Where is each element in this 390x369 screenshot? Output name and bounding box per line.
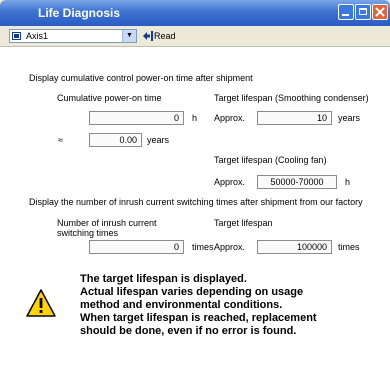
inrush-count-unit: times [192,242,214,252]
fan-unit: h [345,177,351,187]
life-diagnosis-window: Life Diagnosis Axis1 ▼ Read Display cumu… [0,0,390,369]
message-line: Actual lifespan varies depending on usag… [80,286,304,298]
approx-symbol: ≈ [58,135,63,145]
years-unit: years [147,135,170,145]
axis-select[interactable]: Axis1 ▼ [9,29,137,43]
inrush-heading: Display the number of inrush current swi… [29,197,363,207]
maximize-button[interactable] [355,4,371,20]
maximize-icon [359,8,367,15]
inrush-target-label: Target lifespan [214,218,273,228]
message-line: When target lifespan is reached, replace… [80,312,317,324]
message-line: should be done, even if no error is foun… [80,325,297,337]
window-title: Life Diagnosis [38,6,121,20]
hours-field: 0 [89,111,184,125]
axis-icon [12,32,21,40]
fan-label: Target lifespan (Cooling fan) [214,155,327,165]
chevron-down-icon[interactable]: ▼ [122,30,136,42]
power-on-heading: Display cumulative control power-on time… [29,73,253,83]
inrush-target-field: 100000 [257,240,332,254]
condenser-field: 10 [257,111,332,125]
read-label: Read [154,31,176,41]
fan-field: 50000-70000 [257,175,337,189]
minimize-button[interactable] [338,4,354,20]
inrush-target-unit: times [338,242,360,252]
info-message: The target lifespan is displayed. Actual… [80,273,380,338]
close-button[interactable] [372,4,388,20]
inrush-count-field: 0 [89,240,184,254]
fan-approx-label: Approx. [214,177,246,187]
hours-unit: h [192,113,198,123]
warning-triangle-icon [25,288,57,320]
cumulative-label: Cumulative power-on time [57,93,162,103]
condenser-unit: years [338,113,361,123]
minimize-icon [342,14,349,16]
message-line: The target lifespan is displayed. [80,273,247,285]
inrush-count-label-1: Number of inrush current [57,218,157,228]
close-icon [375,7,385,17]
title-bar: Life Diagnosis [0,0,390,26]
axis-select-value: Axis1 [26,31,49,41]
content-panel: Display cumulative control power-on time… [0,47,390,369]
read-icon [143,31,153,41]
toolbar: Axis1 ▼ Read [0,26,390,47]
years-field: 0.00 [89,133,142,147]
approx-label: Approx. [214,113,246,123]
inrush-count-label-2: switching times [57,228,119,238]
message-line: method and environmental conditions. [80,299,283,311]
inrush-approx-label: Approx. [214,242,246,252]
condenser-label: Target lifespan (Smoothing condenser) [214,93,369,103]
